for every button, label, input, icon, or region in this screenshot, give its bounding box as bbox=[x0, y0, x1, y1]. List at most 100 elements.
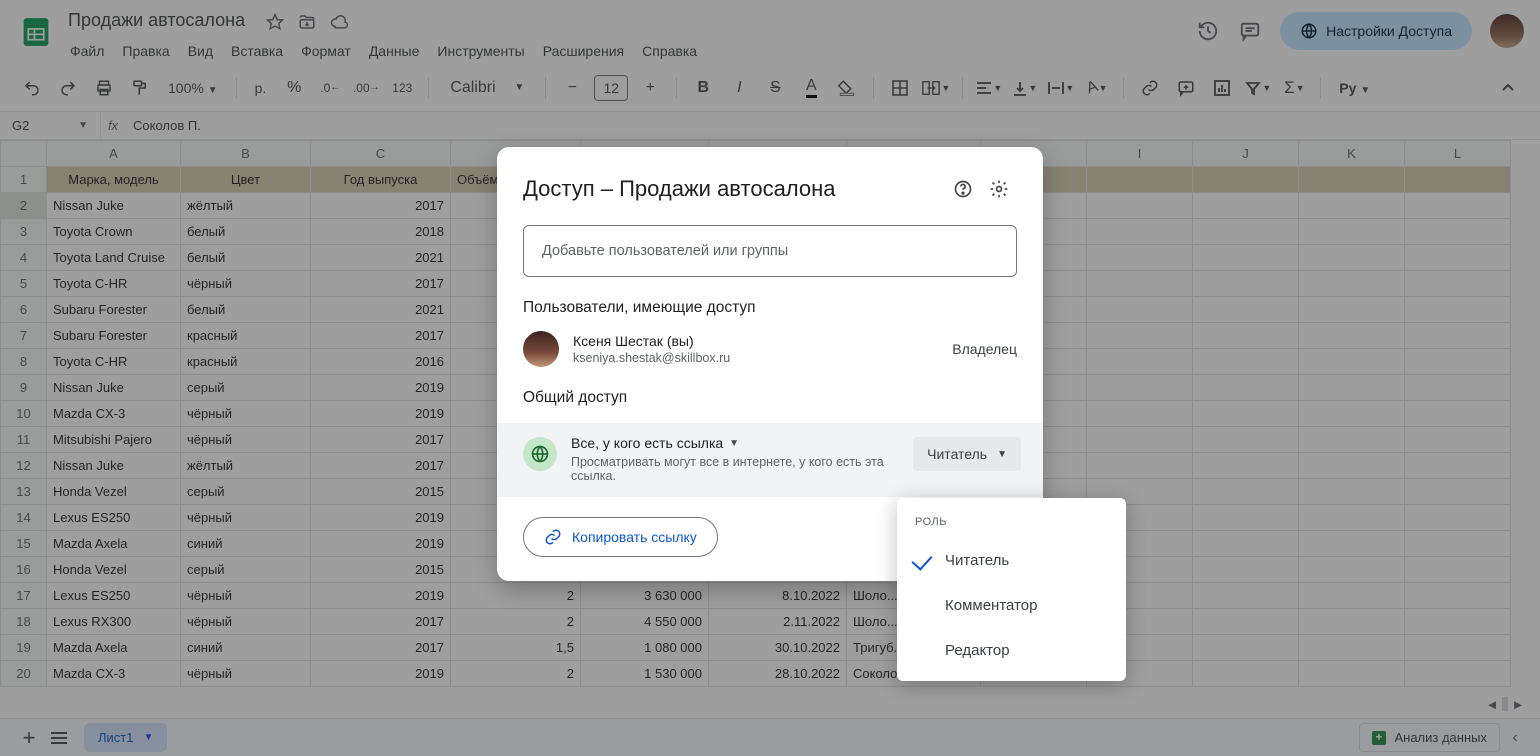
col-header-I[interactable]: I bbox=[1087, 141, 1193, 167]
py-button[interactable]: Py ▼ bbox=[1333, 80, 1376, 96]
row-header-15[interactable]: 15 bbox=[1, 531, 47, 557]
col-header-C[interactable]: C bbox=[311, 141, 451, 167]
undo-icon[interactable] bbox=[18, 74, 46, 102]
row-header-20[interactable]: 20 bbox=[1, 661, 47, 687]
analyze-data-button[interactable]: Анализ данных bbox=[1359, 723, 1500, 752]
col-header-J[interactable]: J bbox=[1193, 141, 1299, 167]
row-header-17[interactable]: 17 bbox=[1, 583, 47, 609]
menu-Справка[interactable]: Справка bbox=[634, 39, 705, 63]
strikethrough-icon[interactable]: S bbox=[761, 74, 789, 102]
menu-Данные[interactable]: Данные bbox=[361, 39, 428, 63]
increase-font-icon[interactable]: + bbox=[636, 74, 664, 102]
star-icon[interactable] bbox=[266, 13, 284, 31]
increase-decimal-icon[interactable]: .00→ bbox=[352, 74, 380, 102]
menu-Вставка[interactable]: Вставка bbox=[223, 39, 291, 63]
menu-Правка[interactable]: Правка bbox=[114, 39, 177, 63]
row-header-12[interactable]: 12 bbox=[1, 453, 47, 479]
menu-Расширения[interactable]: Расширения bbox=[535, 39, 632, 63]
cloud-icon[interactable] bbox=[330, 13, 348, 31]
row-header-2[interactable]: 2 bbox=[1, 193, 47, 219]
link-icon[interactable] bbox=[1136, 74, 1164, 102]
format-123-icon[interactable]: 123 bbox=[388, 74, 416, 102]
row-header-1[interactable]: 1 bbox=[1, 167, 47, 193]
paint-format-icon[interactable] bbox=[126, 74, 154, 102]
rotate-text-icon[interactable]: A▼ bbox=[1083, 74, 1111, 102]
help-icon[interactable] bbox=[945, 171, 981, 207]
row-header-5[interactable]: 5 bbox=[1, 271, 47, 297]
merge-cells-icon[interactable]: ▼ bbox=[922, 74, 950, 102]
add-sheet-icon[interactable]: + bbox=[14, 723, 44, 753]
formula-input[interactable]: Соколов П. bbox=[125, 118, 201, 133]
sheets-logo-icon[interactable] bbox=[16, 12, 56, 52]
zoom-select[interactable]: 100% ▼ bbox=[162, 80, 224, 96]
row-header-14[interactable]: 14 bbox=[1, 505, 47, 531]
general-access-label: Общий доступ bbox=[523, 389, 1017, 407]
menu-Файл[interactable]: Файл bbox=[62, 39, 112, 63]
filter-icon[interactable]: ▼ bbox=[1244, 74, 1272, 102]
gear-icon[interactable] bbox=[981, 171, 1017, 207]
menu-Инструменты[interactable]: Инструменты bbox=[429, 39, 532, 63]
row-header-3[interactable]: 3 bbox=[1, 219, 47, 245]
owner-name: Ксеня Шестак (вы) bbox=[573, 333, 938, 349]
share-button[interactable]: Настройки Доступа bbox=[1280, 12, 1472, 50]
col-header-L[interactable]: L bbox=[1405, 141, 1511, 167]
role-select-button[interactable]: Читатель▼ bbox=[913, 437, 1021, 471]
row-header-18[interactable]: 18 bbox=[1, 609, 47, 635]
row-header-6[interactable]: 6 bbox=[1, 297, 47, 323]
row-header-11[interactable]: 11 bbox=[1, 427, 47, 453]
role-dropdown: РОЛЬ ЧитательКомментаторРедактор bbox=[897, 498, 1126, 681]
table-row[interactable]: 20Mazda CX-3чёрный201921 530 00028.10.20… bbox=[1, 661, 1511, 687]
wrap-icon[interactable]: ▼ bbox=[1047, 74, 1075, 102]
collapse-toolbar-icon[interactable] bbox=[1494, 74, 1522, 102]
sigma-icon[interactable]: Σ▼ bbox=[1280, 74, 1308, 102]
insert-chart-icon[interactable] bbox=[1208, 74, 1236, 102]
name-box[interactable]: G2▼ bbox=[0, 118, 100, 133]
row-header-9[interactable]: 9 bbox=[1, 375, 47, 401]
fill-color-icon[interactable] bbox=[833, 74, 861, 102]
role-option-0[interactable]: Читатель bbox=[897, 538, 1126, 583]
add-people-input[interactable]: Добавьте пользователей или группы bbox=[523, 225, 1017, 277]
all-sheets-icon[interactable] bbox=[44, 723, 74, 753]
col-header-B[interactable]: B bbox=[181, 141, 311, 167]
row-header-7[interactable]: 7 bbox=[1, 323, 47, 349]
horizontal-scroll[interactable]: ◄► bbox=[1484, 696, 1526, 712]
v-align-icon[interactable]: ▼ bbox=[1011, 74, 1039, 102]
redo-icon[interactable] bbox=[54, 74, 82, 102]
text-color-icon[interactable]: A bbox=[797, 74, 825, 102]
menu-Формат[interactable]: Формат bbox=[293, 39, 359, 63]
currency-button[interactable]: р. bbox=[249, 80, 273, 96]
account-avatar[interactable] bbox=[1490, 14, 1524, 48]
font-size-input[interactable]: 12 bbox=[594, 75, 628, 101]
row-header-8[interactable]: 8 bbox=[1, 349, 47, 375]
insert-comment-icon[interactable] bbox=[1172, 74, 1200, 102]
italic-icon[interactable]: I bbox=[725, 74, 753, 102]
row-header-16[interactable]: 16 bbox=[1, 557, 47, 583]
table-row[interactable]: 19Mazda Axelaсиний20171,51 080 00030.10.… bbox=[1, 635, 1511, 661]
borders-icon[interactable] bbox=[886, 74, 914, 102]
menu-Вид[interactable]: Вид bbox=[180, 39, 221, 63]
table-row[interactable]: 18Lexus RX300чёрный201724 550 0002.11.20… bbox=[1, 609, 1511, 635]
row-header-10[interactable]: 10 bbox=[1, 401, 47, 427]
decrease-decimal-icon[interactable]: .0← bbox=[316, 74, 344, 102]
row-header-13[interactable]: 13 bbox=[1, 479, 47, 505]
font-family-select[interactable]: Calibri▼ bbox=[441, 74, 533, 102]
table-row[interactable]: 17Lexus ES250чёрный201923 630 0008.10.20… bbox=[1, 583, 1511, 609]
role-option-1[interactable]: Комментатор bbox=[897, 583, 1126, 628]
percent-icon[interactable]: % bbox=[280, 74, 308, 102]
col-header-A[interactable]: A bbox=[47, 141, 181, 167]
history-icon[interactable] bbox=[1196, 19, 1220, 43]
sheet-tab[interactable]: Лист1▼ bbox=[84, 723, 167, 752]
copy-link-button[interactable]: Копировать ссылку bbox=[523, 517, 718, 557]
comment-icon[interactable] bbox=[1238, 19, 1262, 43]
move-icon[interactable] bbox=[298, 13, 316, 31]
row-header-19[interactable]: 19 bbox=[1, 635, 47, 661]
role-option-2[interactable]: Редактор bbox=[897, 628, 1126, 673]
col-header-K[interactable]: K bbox=[1299, 141, 1405, 167]
explore-chevron-icon[interactable]: ‹ bbox=[1504, 723, 1526, 753]
print-icon[interactable] bbox=[90, 74, 118, 102]
h-align-icon[interactable]: ▼ bbox=[975, 74, 1003, 102]
decrease-font-icon[interactable]: − bbox=[558, 74, 586, 102]
row-header-4[interactable]: 4 bbox=[1, 245, 47, 271]
bold-icon[interactable]: B bbox=[689, 74, 717, 102]
document-title[interactable]: Продажи автосалона bbox=[62, 8, 251, 33]
